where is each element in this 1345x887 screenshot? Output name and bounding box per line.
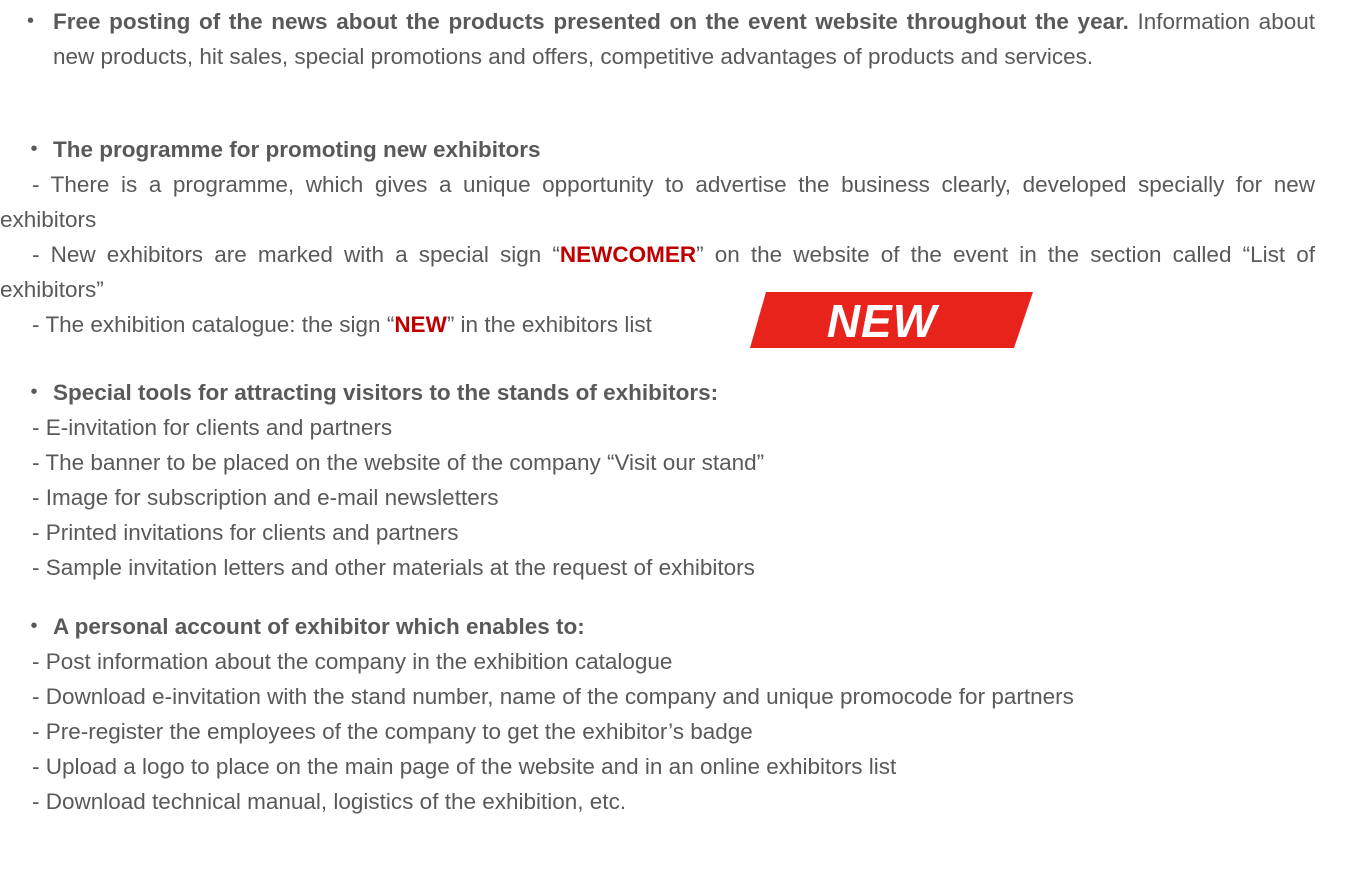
list-item-text-prefix: - New exhibitors are marked with a speci… (32, 242, 560, 267)
list-item: - Post information about the company in … (0, 644, 1315, 679)
list-item-text: - Download technical manual, logistics o… (32, 789, 627, 814)
section-heading: Free posting of the news about the produ… (53, 9, 1129, 34)
list-item-text: - Image for subscription and e-mail news… (32, 485, 499, 510)
new-badge-icon: NEW (750, 292, 1033, 348)
list-item: - Download technical manual, logistics o… (0, 784, 1315, 819)
list-item-text: - There is a programme, which gives a un… (0, 172, 1315, 232)
list-item-text: - Pre-register the employees of the comp… (32, 719, 753, 744)
list-item: - The banner to be placed on the website… (0, 445, 1315, 480)
list-item-text-suffix: ” in the exhibitors list (446, 312, 652, 337)
new-highlight: NEW (394, 312, 447, 337)
list-item: - There is a programme, which gives a un… (0, 167, 1315, 237)
section-heading: A personal account of exhibitor which en… (53, 614, 585, 639)
section-personal-account: • A personal account of exhibitor which e… (0, 609, 1315, 819)
list-item: - Printed invitations for clients and pa… (0, 515, 1315, 550)
bullet-icon: • (30, 138, 38, 160)
list-item-text: - Sample invitation letters and other ma… (32, 555, 755, 580)
list-item-text: - Printed invitations for clients and pa… (32, 520, 459, 545)
list-item: - New exhibitors are marked with a speci… (0, 237, 1315, 307)
list-item-text-prefix: - The exhibition catalogue: the sign “ (32, 312, 395, 337)
list-item-text: - E-invitation for clients and partners (32, 415, 393, 440)
list-item-text: - Upload a logo to place on the main pag… (32, 754, 897, 779)
list-item: - Download e-invitation with the stand n… (0, 679, 1315, 714)
section-newcomers: • The programme for promoting new exhibit… (0, 132, 1315, 342)
bullet-item: • Special tools for attracting visitors t… (0, 375, 1315, 410)
bullet-icon: • (27, 10, 35, 32)
bullet-item: • Free posting of the news about the prod… (0, 4, 1315, 74)
section-special-tools: • Special tools for attracting visitors t… (0, 375, 1315, 585)
bullet-item: • A personal account of exhibitor which e… (0, 609, 1315, 644)
document-page: • Free posting of the news about the prod… (0, 0, 1345, 887)
bullet-icon: • (30, 381, 38, 403)
newcomer-highlight: NEWCOMER (559, 242, 697, 267)
section-heading: The programme for promoting new exhibito… (53, 137, 541, 162)
list-item: - Pre-register the employees of the comp… (0, 714, 1315, 749)
section-free-posting: • Free posting of the news about the prod… (0, 4, 1315, 74)
bullet-icon: • (30, 615, 38, 637)
list-item: - E-invitation for clients and partners (0, 410, 1315, 445)
new-badge-label: NEW (827, 295, 940, 347)
list-item-text: - Post information about the company in … (32, 649, 673, 674)
section-heading: Special tools for attracting visitors to… (53, 380, 719, 405)
list-item-text: - The banner to be placed on the website… (32, 450, 765, 475)
bullet-item: • The programme for promoting new exhibit… (0, 132, 1315, 167)
list-item: - Sample invitation letters and other ma… (0, 550, 1315, 585)
list-item: - The exhibition catalogue: the sign “NE… (0, 307, 1315, 342)
list-item: - Upload a logo to place on the main pag… (0, 749, 1315, 784)
list-item: - Image for subscription and e-mail news… (0, 480, 1315, 515)
list-item-text: - Download e-invitation with the stand n… (32, 684, 1074, 709)
